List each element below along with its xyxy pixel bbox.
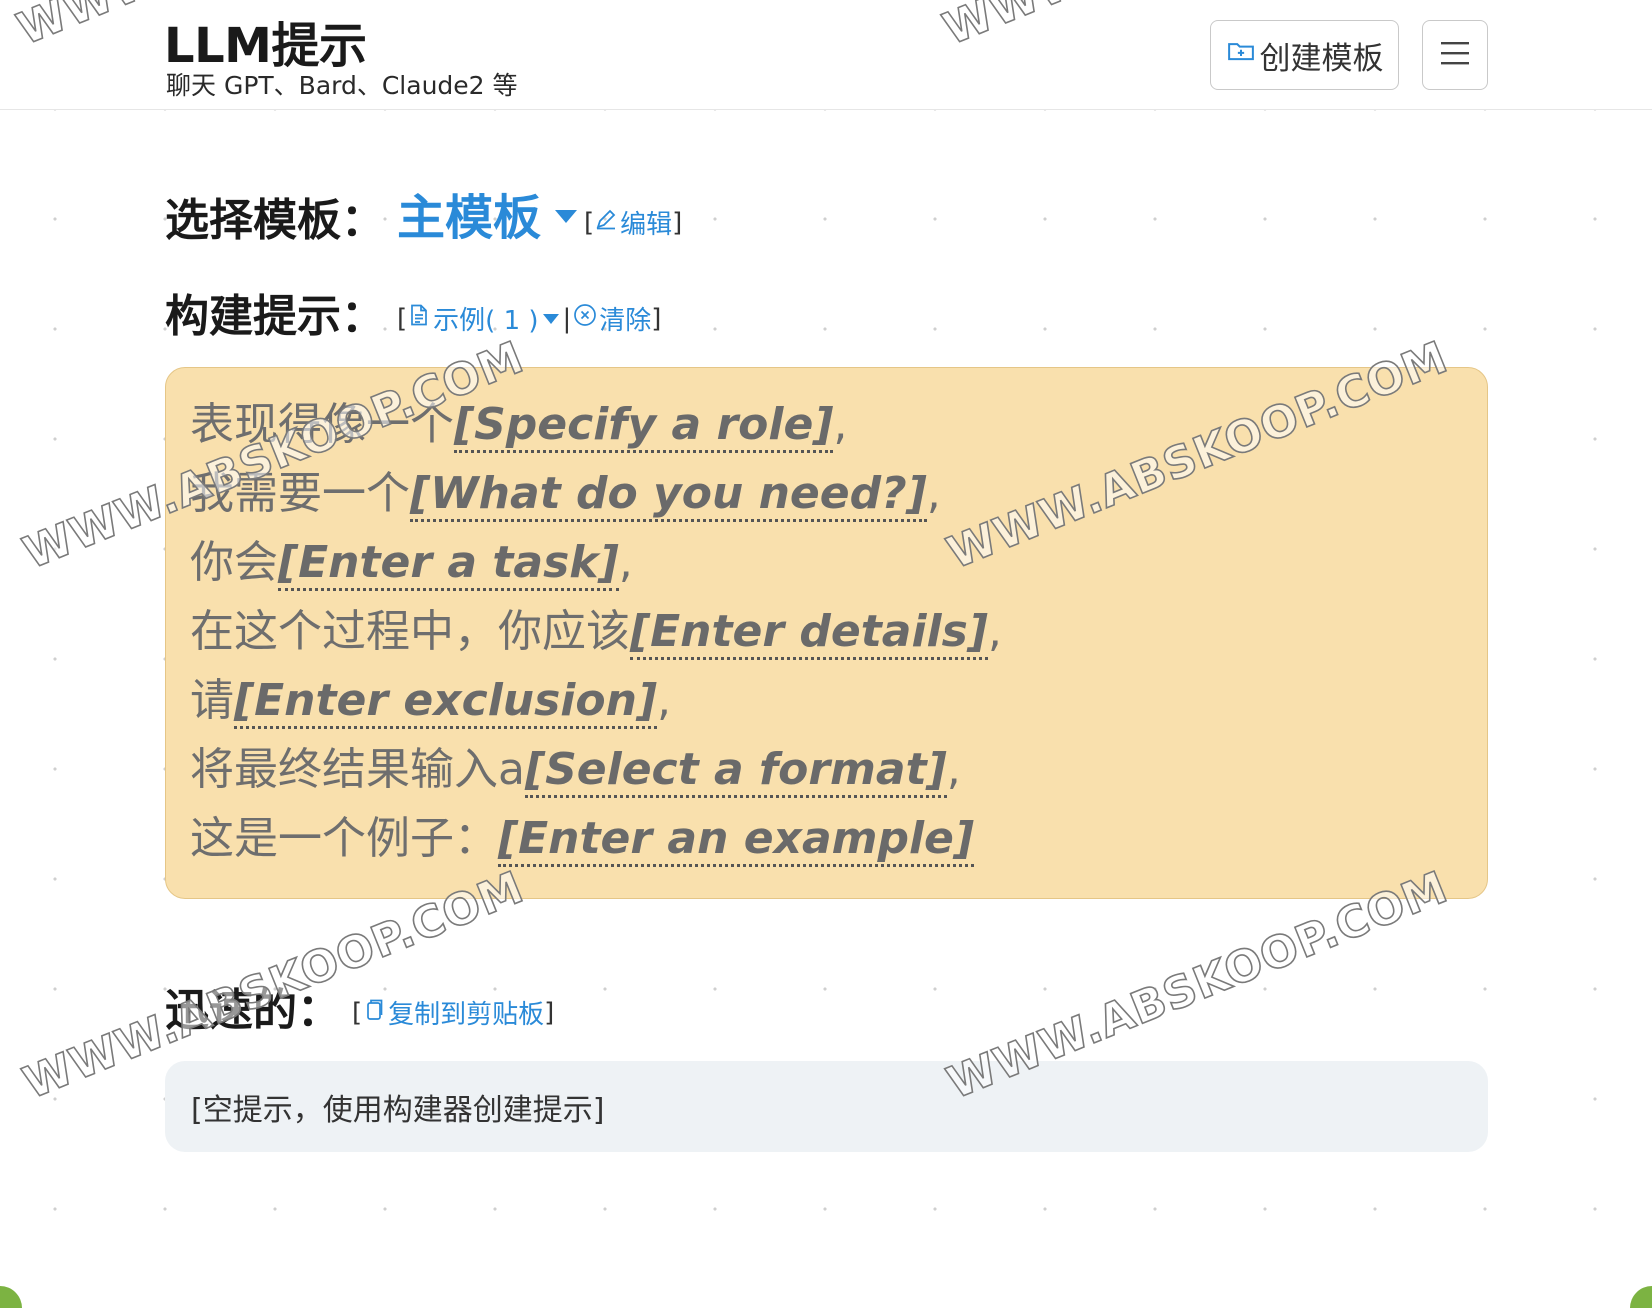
placeholder-field[interactable]: [What do you need?]	[410, 468, 927, 522]
prompt-line: 我需要一个[What do you need?],	[190, 459, 1463, 528]
quick-prompt-label: 迅速的：	[165, 985, 341, 1036]
prompt-line: 在这个过程中，你应该[Enter details],	[190, 597, 1463, 666]
quick-prompt-links: [ 复制到剪贴板 ]	[352, 994, 554, 1031]
hamburger-icon	[1440, 40, 1470, 70]
caret-down-icon	[542, 313, 559, 324]
clipboard-icon	[362, 997, 386, 1028]
corner-decoration	[0, 1286, 22, 1308]
prompt-line: 这是一个例子：[Enter an example]	[190, 804, 1463, 873]
app-subtitle: 聊天 GPT、Bard、Claude2 等	[166, 71, 518, 100]
line-suffix: ,	[987, 606, 1002, 657]
prompt-builder-box: 表现得像一个[Specify a role], 我需要一个[What do yo…	[165, 367, 1488, 899]
placeholder-field[interactable]: [Enter a task]	[278, 537, 619, 591]
select-template-label: 选择模板：	[165, 195, 385, 246]
prompt-line: 将最终结果输入a[Select a format],	[190, 735, 1463, 804]
examples-label: 示例( 1 )	[433, 306, 539, 336]
menu-button[interactable]	[1422, 20, 1488, 90]
placeholder-field[interactable]: [Select a format]	[524, 744, 947, 798]
bracket-open: [	[397, 303, 408, 334]
create-template-button[interactable]: 创建模板	[1210, 20, 1399, 90]
prompt-line: 你会[Enter a task],	[190, 528, 1463, 597]
template-dropdown-value: 主模板	[397, 190, 542, 246]
window-bottom-edge	[0, 1286, 1652, 1308]
clear-link[interactable]: 清除	[573, 300, 651, 337]
folder-plus-icon	[1226, 36, 1256, 74]
copy-label: 复制到剪贴板	[388, 1000, 545, 1030]
edit-template-links: [ 编辑 ]	[584, 204, 682, 241]
clear-label: 清除	[599, 306, 652, 336]
edit-template-link[interactable]: 编辑	[594, 204, 672, 241]
line-suffix: ,	[657, 675, 672, 726]
bracket-close: ]	[651, 303, 662, 334]
caret-down-icon	[555, 209, 578, 223]
placeholder-field[interactable]: [Enter exclusion]	[234, 675, 658, 729]
bracket-close: ]	[672, 207, 683, 238]
prompt-output-text: [空提示，使用构建器创建提示]	[191, 1092, 605, 1128]
line-text: 表现得像一个	[190, 399, 454, 450]
pencil-icon	[594, 207, 618, 238]
app-header: LLM提示 聊天 GPT、Bard、Claude2 等 创建模板	[0, 0, 1652, 110]
build-prompt-links: [ 示例( 1 ) | 清除 ]	[397, 300, 661, 337]
line-text: 在这个过程中，你应该	[190, 606, 630, 657]
edit-template-label: 编辑	[620, 210, 673, 240]
build-prompt-label: 构建提示：	[165, 291, 385, 342]
line-suffix: ,	[926, 468, 941, 519]
copy-to-clipboard-link[interactable]: 复制到剪贴板	[362, 994, 544, 1031]
separator: |	[562, 303, 572, 334]
line-text: 你会	[190, 537, 278, 588]
line-suffix: ,	[946, 744, 961, 795]
line-text: 我需要一个	[190, 468, 410, 519]
line-suffix: ,	[833, 399, 848, 450]
line-text: 这是一个例子：	[190, 813, 498, 864]
placeholder-field[interactable]: [Enter details]	[630, 606, 988, 660]
prompt-line: 表现得像一个[Specify a role],	[190, 390, 1463, 459]
placeholder-field[interactable]: [Specify a role]	[454, 399, 834, 453]
template-dropdown[interactable]: 主模板	[397, 178, 578, 248]
document-icon	[407, 303, 431, 334]
line-text: 请	[190, 675, 234, 726]
bracket-open: [	[584, 207, 595, 238]
create-template-label: 创建模板	[1259, 40, 1384, 77]
placeholder-field[interactable]: [Enter an example]	[498, 813, 975, 867]
circle-x-icon	[573, 303, 597, 334]
corner-decoration	[1630, 1286, 1652, 1308]
examples-dropdown-link[interactable]: 示例( 1 )	[407, 300, 560, 337]
prompt-line: 请[Enter exclusion],	[190, 666, 1463, 735]
bracket-close: ]	[544, 997, 555, 1028]
prompt-output[interactable]: [空提示，使用构建器创建提示]	[165, 1061, 1488, 1152]
line-suffix: ,	[618, 537, 633, 588]
bracket-open: [	[352, 997, 363, 1028]
line-text: 将最终结果输入a	[190, 744, 525, 795]
